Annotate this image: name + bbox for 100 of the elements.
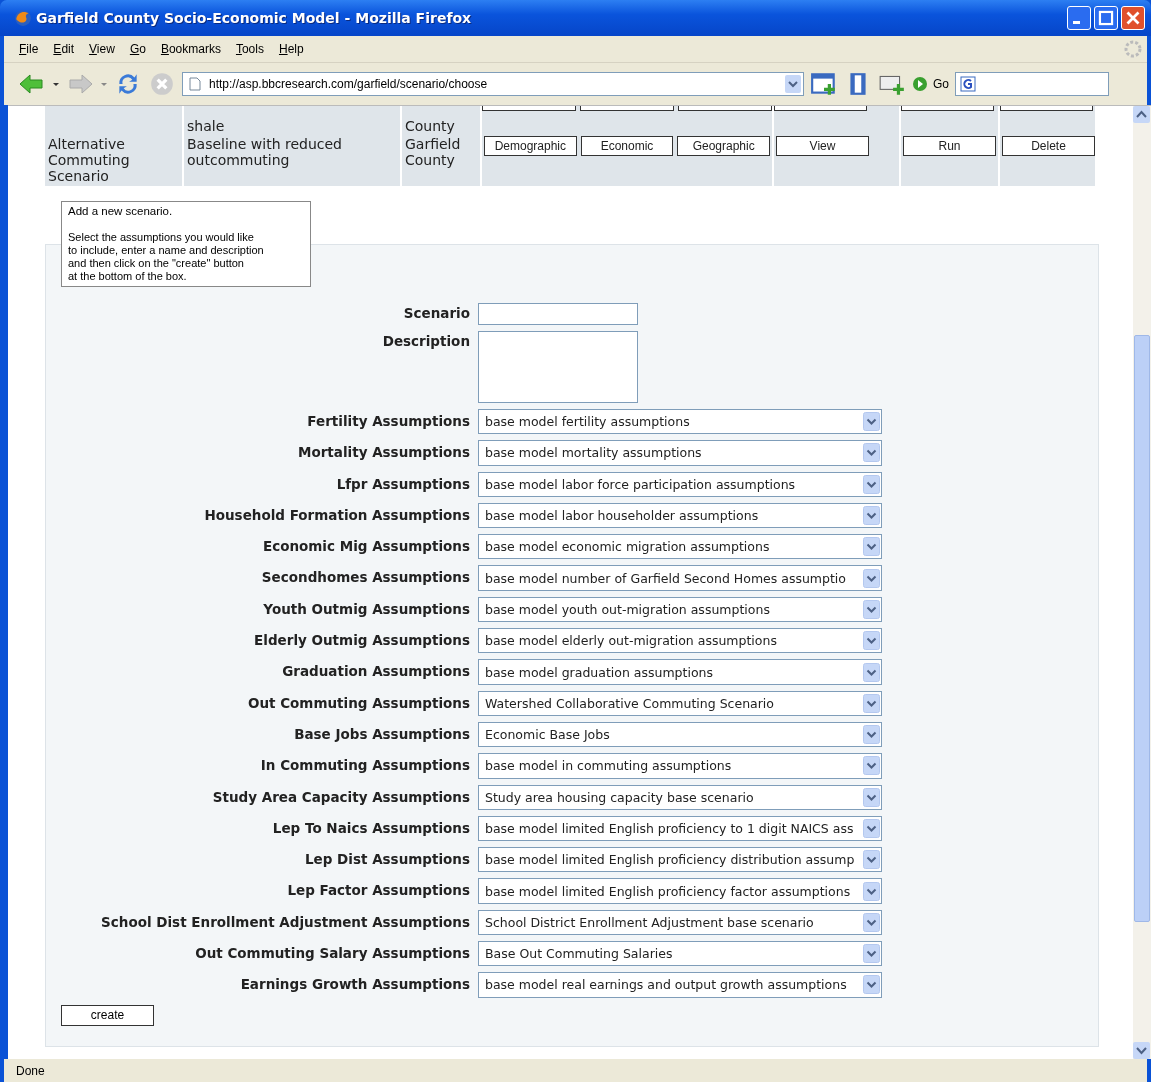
caret-icon: [863, 599, 880, 619]
status-text: Done: [16, 1064, 45, 1078]
field-label: Lep Factor Assumptions: [286, 881, 470, 901]
dropdown[interactable]: base model limited English proficiency factor assumptions: [478, 878, 882, 904]
table-button[interactable]: Economic: [580, 136, 674, 156]
table-button[interactable]: [580, 106, 674, 111]
field-label: Description: [381, 332, 470, 351]
dropdown[interactable]: base model in commuting assumptions: [478, 753, 882, 779]
caret-icon: [863, 693, 880, 713]
field-label: Youth Outmig Assumptions: [262, 599, 470, 619]
caret-icon: [863, 631, 880, 651]
scroll-up-icon[interactable]: [1133, 106, 1150, 123]
field-label: In Commuting Assumptions: [259, 756, 470, 776]
table-cell: shale: [184, 106, 400, 134]
scrollbar[interactable]: [1133, 106, 1151, 1059]
dropdown[interactable]: base model economic migration assumptions: [478, 534, 882, 560]
caret-icon: [863, 819, 880, 838]
table-button[interactable]: View: [776, 136, 869, 156]
menu-item[interactable]: Tools: [235, 42, 264, 56]
table-button[interactable]: Demographic: [484, 136, 577, 156]
caret-icon: [863, 506, 880, 526]
dropdown[interactable]: Base Out Commuting Salaries: [478, 941, 882, 967]
dropdown[interactable]: base model limited English proficiency distribution assump: [478, 847, 882, 873]
table-button[interactable]: Delete: [1002, 136, 1095, 156]
table-button[interactable]: Run: [903, 136, 996, 156]
caret-icon: [863, 787, 880, 807]
tooltip-text: Select the assumptions you would like to include, enter a name and description and then click on the "create" button at the bottom of the box.: [68, 231, 265, 283]
scroll-thumb[interactable]: [1134, 335, 1150, 922]
caret-icon[interactable]: [52, 80, 60, 88]
field-label: Elderly Outmig Assumptions: [253, 631, 470, 651]
caret-icon: [863, 568, 880, 588]
menu-item[interactable]: Go: [129, 42, 146, 56]
dropdown[interactable]: base model number of Garfield Second Homes assumptio: [478, 565, 882, 591]
table-button[interactable]: [774, 106, 867, 111]
new-tab-icon[interactable]: [810, 71, 838, 97]
caret-icon: [863, 412, 880, 432]
field-label: Household Formation Assumptions: [203, 505, 470, 525]
dropdown[interactable]: base model mortality assumptions: [478, 440, 882, 466]
scenario-input[interactable]: [478, 303, 638, 325]
field-label: Fertility Assumptions: [306, 412, 470, 431]
dropdown[interactable]: base model real earnings and output growth assumptions: [478, 972, 882, 998]
caret-icon: [863, 443, 880, 463]
field-label: Lfpr Assumptions: [335, 474, 470, 494]
back-arrow-icon[interactable]: [18, 71, 46, 97]
field-label: Earnings Growth Assumptions: [239, 975, 470, 995]
page-icon: [189, 77, 201, 91]
table-button[interactable]: [678, 106, 772, 111]
dropdown[interactable]: School District Enrollment Adjustment base scenario: [478, 909, 882, 936]
field-label: Economic Mig Assumptions: [261, 537, 470, 557]
dropdown[interactable]: base model elderly out-migration assumptions: [478, 628, 882, 654]
menu-item[interactable]: Help: [278, 42, 304, 56]
search-field[interactable]: [955, 72, 1109, 96]
table-button[interactable]: [482, 106, 576, 111]
caret-icon: [863, 944, 880, 964]
create-button[interactable]: create: [61, 1004, 154, 1026]
maximize-button[interactable]: [1094, 6, 1118, 30]
caret-icon: [863, 474, 880, 494]
dropdown[interactable]: base model fertility assumptions: [478, 409, 882, 435]
minimize-icon: [1073, 21, 1080, 24]
tooltip-title: Add a new scenario.: [68, 205, 174, 218]
close-button[interactable]: [1121, 6, 1145, 30]
dropdown[interactable]: Economic Base Jobs: [478, 721, 882, 748]
field-label: School Dist Enrollment Adjustment Assumptions: [100, 912, 470, 932]
menu-item[interactable]: Bookmarks: [160, 42, 221, 56]
caret-icon: [863, 881, 880, 901]
throbber-icon: [1123, 39, 1143, 59]
field-label: Lep Dist Assumptions: [304, 850, 470, 870]
address-field[interactable]: http://asp.bbcresearch.com/garfield/scenario/choose: [182, 72, 804, 96]
dropdown[interactable]: base model labor householder assumptions: [478, 502, 882, 529]
menu-item[interactable]: View: [89, 42, 115, 56]
field-label: Out Commuting Assumptions: [246, 693, 470, 713]
caret-icon: [863, 912, 880, 932]
dropdown[interactable]: base model limited English proficiency to 1 digit NAICS ass: [478, 815, 882, 842]
dropdown[interactable]: Watershed Collaborative Commuting Scenario: [478, 690, 882, 716]
field-label: Graduation Assumptions: [281, 662, 470, 682]
menu-item[interactable]: Edit: [53, 42, 75, 56]
caret-icon: [863, 975, 880, 995]
field-label: Scenario: [402, 304, 470, 323]
description-textarea[interactable]: [478, 331, 638, 403]
table-cell: Garfield County: [402, 134, 480, 186]
go-button[interactable]: Go: [912, 76, 949, 92]
field-label: Lep To Naics Assumptions: [271, 818, 470, 838]
menu-item[interactable]: File: [19, 42, 39, 56]
fox-globe-icon: [14, 9, 32, 27]
table-button[interactable]: [901, 106, 994, 111]
field-label: Secondhomes Assumptions: [260, 568, 470, 588]
search-engine-icon: [960, 76, 976, 92]
table-button[interactable]: Geographic: [677, 136, 770, 156]
dropdown[interactable]: base model graduation assumptions: [478, 659, 882, 685]
minimize-button[interactable]: [1067, 6, 1091, 30]
table-cell: Alternative Commuting Scenario: [45, 134, 182, 186]
field-label: Base Jobs Assumptions: [293, 724, 470, 744]
caret-icon: [863, 850, 880, 870]
dropdown[interactable]: Study area housing capacity base scenario: [478, 784, 882, 810]
caret-icon: [863, 756, 880, 776]
dropdown[interactable]: base model youth out-migration assumptions: [478, 596, 882, 623]
table-button[interactable]: [1000, 106, 1093, 111]
window-title: Garfield County Socio-Economic Model - Mozilla Firefox: [36, 10, 473, 26]
scroll-down-icon[interactable]: [1133, 1042, 1150, 1059]
dropdown[interactable]: base model labor force participation assumptions: [478, 471, 882, 497]
